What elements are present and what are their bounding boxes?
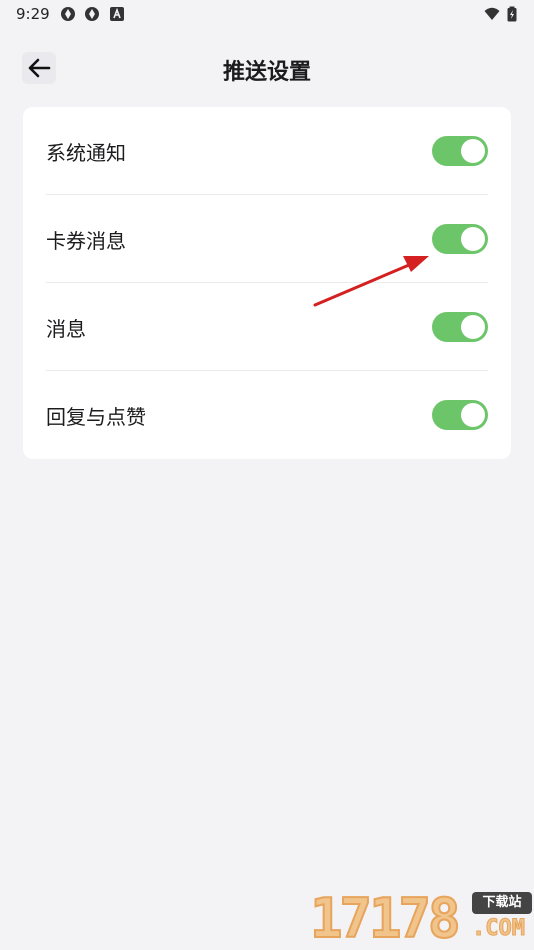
message-toggle[interactable] xyxy=(432,312,488,342)
setting-label: 回复与点赞 xyxy=(46,404,146,429)
watermark-badge: 下载站 xyxy=(472,892,532,914)
settings-card: 系统通知 卡券消息 消息 回复与点赞 xyxy=(23,107,511,459)
setting-row-reply-and-like: 回复与点赞 xyxy=(46,371,488,459)
watermark-digits: 17178 xyxy=(309,887,462,950)
annotation-arrow-icon xyxy=(313,256,429,307)
page-title: 推送设置 xyxy=(222,60,311,85)
setting-label: 卡券消息 xyxy=(46,228,126,253)
system-notification-toggle[interactable] xyxy=(432,136,488,166)
header: 推送设置 xyxy=(0,40,534,96)
app-notification-icon xyxy=(84,6,100,22)
status-bar: 9:29 xyxy=(0,0,534,28)
reply-and-like-toggle[interactable] xyxy=(432,400,488,430)
toggle-knob xyxy=(461,139,485,163)
wifi-icon xyxy=(484,6,500,22)
watermark-logo: 17178 下载站 .COM xyxy=(306,888,534,950)
push-settings-screen: 9:29 推送设置 系统通知 卡券消息 消息 回复与点赞 17178 下载站 .… xyxy=(0,0,534,950)
watermark-suffix: .COM xyxy=(472,916,526,942)
toggle-knob xyxy=(461,315,485,339)
toggle-knob xyxy=(461,227,485,251)
toggle-knob xyxy=(461,403,485,427)
setting-row-system-notification: 系统通知 xyxy=(46,107,488,195)
battery-icon xyxy=(506,6,518,22)
a-letter-icon xyxy=(109,6,125,22)
setting-label: 消息 xyxy=(46,316,86,341)
coupon-message-toggle[interactable] xyxy=(432,224,488,254)
setting-label: 系统通知 xyxy=(46,140,126,165)
status-time: 9:29 xyxy=(16,5,50,23)
app-notification-icon xyxy=(60,6,76,22)
